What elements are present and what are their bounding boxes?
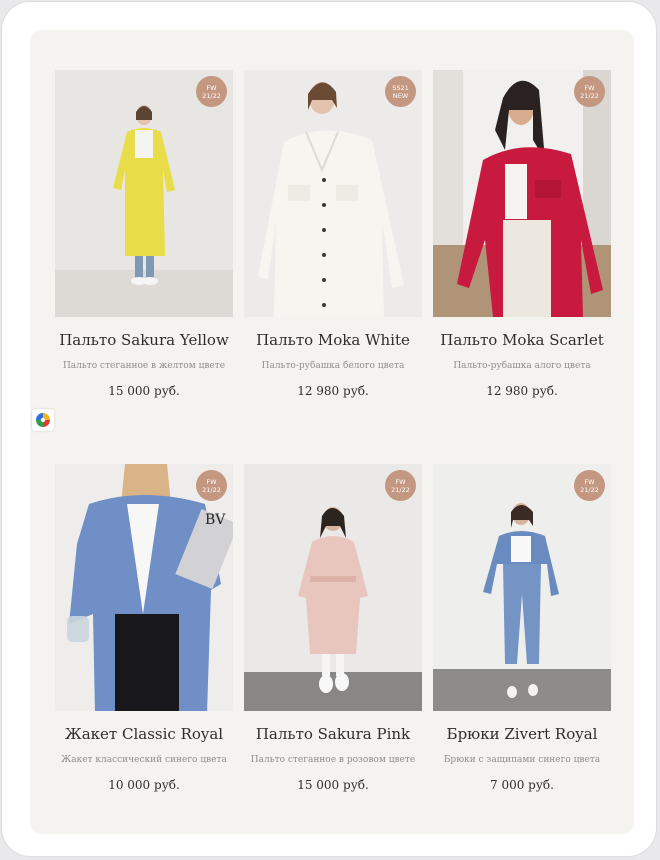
- collection-badge: FW 21/22: [385, 470, 416, 501]
- product-title[interactable]: Пальто Moka Scarlet: [433, 331, 611, 349]
- product-title[interactable]: Пальто Sakura Pink: [244, 725, 422, 743]
- color-wheel-icon[interactable]: [32, 409, 54, 431]
- product-photo[interactable]: FW 21/22: [433, 70, 611, 317]
- product-description: Пальто-рубашка белого цвета: [261, 361, 405, 371]
- collection-badge: SS21 NEW: [385, 76, 416, 107]
- product-price: 12 980 руб.: [297, 384, 369, 398]
- collection-badge: FW 21/22: [574, 76, 605, 107]
- product-title[interactable]: Жакет Classic Royal: [55, 725, 233, 743]
- product-photo[interactable]: FW 21/22: [433, 464, 611, 711]
- product-card[interactable]: FW 21/22 Пальто Sakura Yellow Пальто стег…: [55, 70, 233, 398]
- product-card[interactable]: FW 21/22 Пальто Sakura Pink Пальто стеган…: [244, 464, 422, 792]
- product-price: 15 000 руб.: [108, 384, 180, 398]
- product-photo[interactable]: FW 21/22: [244, 464, 422, 711]
- product-photo[interactable]: BV FW 21/22: [55, 464, 233, 711]
- product-description: Брюки с защипами синего цвета: [443, 755, 601, 765]
- product-card[interactable]: FW 21/22 Пальто Moka Scarlet Пальто-рубаш…: [433, 70, 611, 398]
- tablet-frame: FW 21/22 Пальто Sakura Yellow Пальто стег…: [2, 2, 656, 856]
- collection-badge: FW 21/22: [196, 470, 227, 501]
- product-photo[interactable]: FW 21/22: [55, 70, 233, 317]
- product-price: 12 980 руб.: [486, 384, 558, 398]
- product-description: Пальто стеганное в розовом цвете: [250, 755, 416, 765]
- product-card[interactable]: SS21 NEW Пальто Moka White Пальто-рубашка…: [244, 70, 422, 398]
- product-price: 7 000 руб.: [490, 778, 554, 792]
- product-description: Пальто-рубашка алого цвета: [453, 361, 591, 371]
- product-description: Жакет классический синего цвета: [61, 755, 227, 765]
- product-title[interactable]: Пальто Sakura Yellow: [55, 331, 233, 349]
- svg-text:BV: BV: [205, 512, 226, 528]
- product-title[interactable]: Брюки Zivert Royal: [433, 725, 611, 743]
- collection-badge: FW 21/22: [196, 76, 227, 107]
- product-description: Пальто стеганное в желтом цвете: [62, 361, 226, 371]
- product-grid: FW 21/22 Пальто Sakura Yellow Пальто стег…: [30, 30, 634, 834]
- product-title[interactable]: Пальто Moka White: [244, 331, 422, 349]
- product-photo[interactable]: SS21 NEW: [244, 70, 422, 317]
- collection-badge: FW 21/22: [574, 470, 605, 501]
- product-card[interactable]: FW 21/22 Брюки Zivert Royal Брюки с защип…: [433, 464, 611, 792]
- product-price: 15 000 руб.: [297, 778, 369, 792]
- product-card[interactable]: BV FW 21/22 Жакет Classic Royal Жакет кла…: [55, 464, 233, 792]
- product-price: 10 000 руб.: [108, 778, 180, 792]
